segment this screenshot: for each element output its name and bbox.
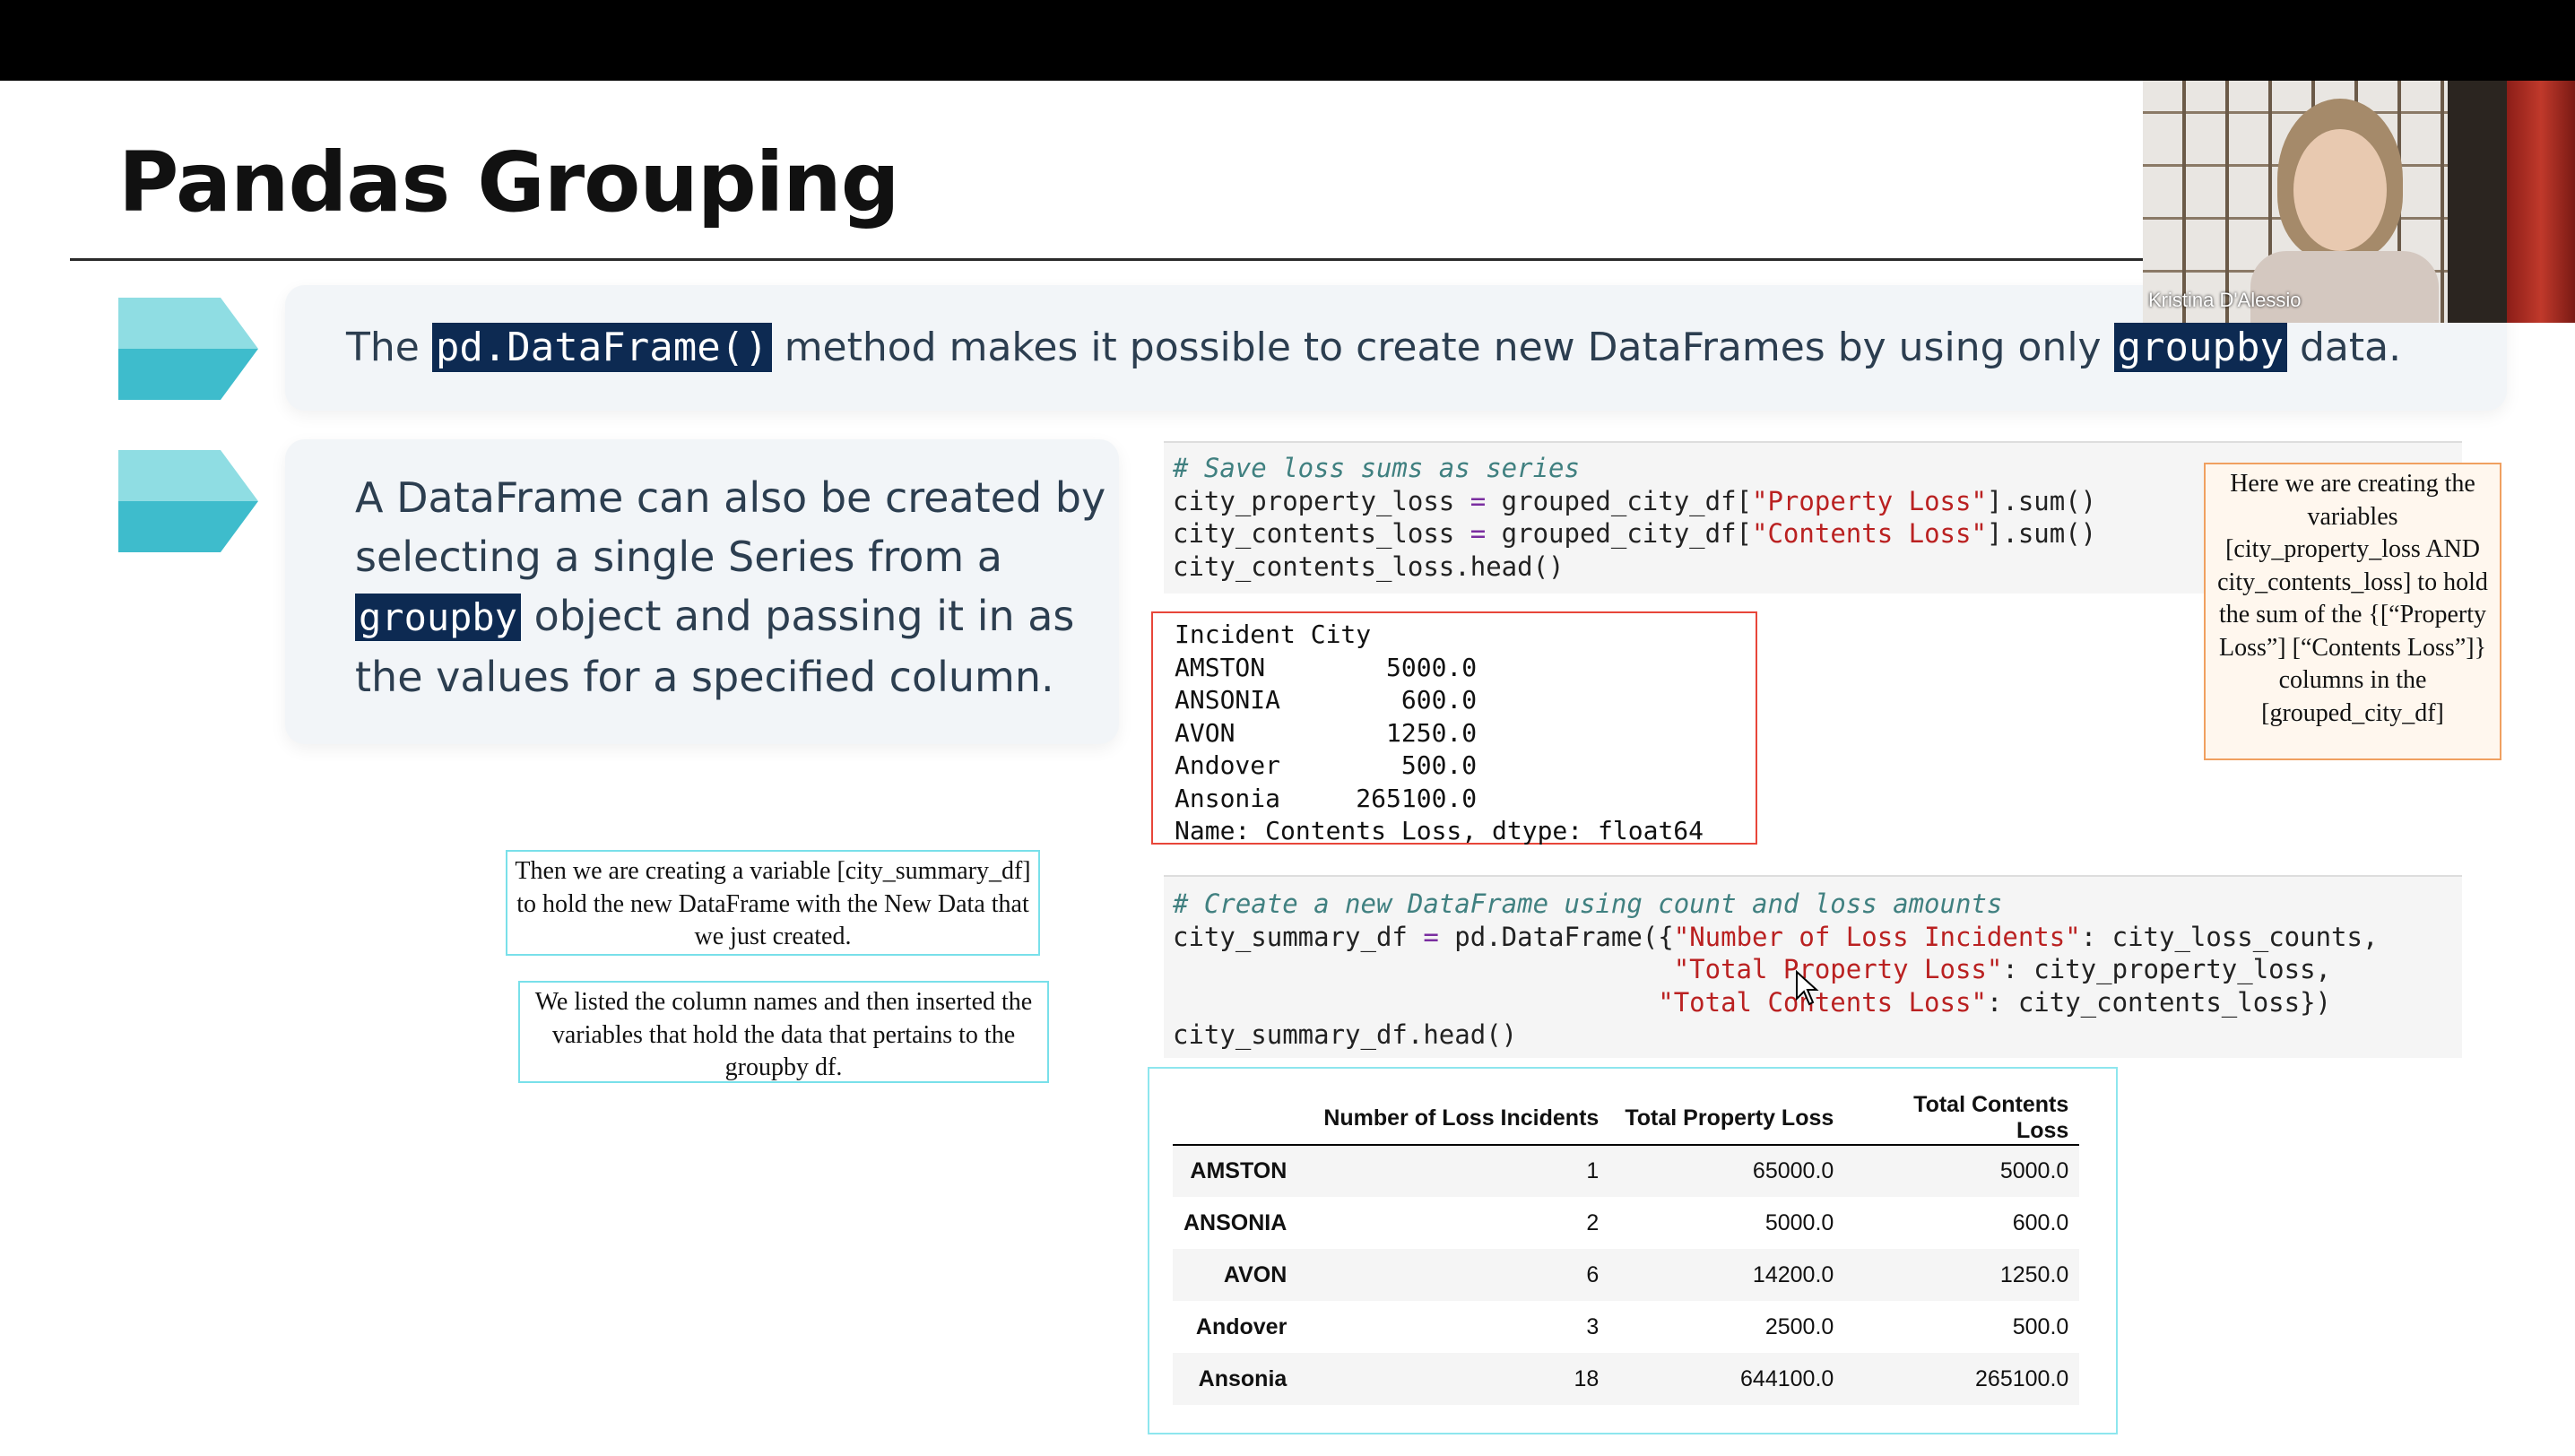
annotation-note-summary: Then we are creating a variable [city_su… (506, 850, 1040, 956)
code-comment: # Create a new DataFrame using count and… (1173, 888, 2003, 919)
code-highlight: groupby (2113, 323, 2287, 372)
annotation-note-columns: We listed the column names and then inse… (518, 981, 1049, 1083)
participant-video-tile[interactable]: Kristina D'Alessio (2143, 81, 2575, 323)
table-cell: 18 (1574, 1365, 1600, 1391)
table-row: Ansonia 18 644100.0 265100.0 (1173, 1353, 2080, 1405)
output-line: ANSONIA 600.0 (1175, 685, 1478, 715)
output-line: AMSTON 5000.0 (1175, 652, 1478, 682)
table-cell: 1250.0 (1999, 1261, 2069, 1287)
table-header-cell: Total Property Loss (1609, 1092, 1845, 1146)
table-cell: 3 (1586, 1313, 1600, 1339)
code-cell-2[interactable]: # Create a new DataFrame using count and… (1164, 875, 2462, 1058)
table-cell: 600.0 (2012, 1209, 2069, 1235)
bullet-1-text: The pd.DataFrame() method makes it possi… (346, 323, 2402, 372)
summary-dataframe-table: Number of Loss Incidents Total Property … (1173, 1092, 2080, 1405)
row-index: AVON (1223, 1261, 1288, 1287)
table-cell: 644100.0 (1740, 1365, 1834, 1391)
table-cell: 2500.0 (1764, 1313, 1834, 1339)
table-cell: 265100.0 (1975, 1365, 2069, 1391)
table-cell: 6 (1586, 1261, 1600, 1287)
slide-title: Pandas Grouping (118, 134, 900, 230)
output-line: AVON 1250.0 (1175, 717, 1478, 748)
bullet-arrow-icon (118, 450, 258, 552)
participant-name-label: Kristina D'Alessio (2148, 289, 2302, 311)
code-line: city_summary_df.head() (1173, 1019, 1518, 1050)
mouse-cursor-icon (1796, 970, 1819, 1006)
table-header-cell: Total Contents Loss (1844, 1092, 2080, 1146)
bullet-2-text: A DataFrame can also be created by selec… (355, 473, 1106, 701)
table-row: Andover 3 2500.0 500.0 (1173, 1301, 2079, 1353)
participant-body (2250, 251, 2439, 323)
table-row: AMSTON 1 65000.0 5000.0 (1173, 1145, 2080, 1197)
row-index: ANSONIA (1183, 1209, 1288, 1235)
table-cell: 65000.0 (1752, 1158, 1834, 1183)
output-line: Incident City (1175, 620, 1372, 649)
table-cell: 5000.0 (1999, 1158, 2069, 1183)
code-line: city_summary_df = pd.DataFrame({"Number … (1173, 921, 2379, 952)
code-highlight: pd.DataFrame() (431, 323, 772, 372)
table-header-row: Number of Loss Incidents Total Property … (1173, 1092, 2080, 1146)
code-highlight: groupby (355, 594, 522, 641)
table-cell: 2 (1586, 1209, 1600, 1235)
top-black-bar (0, 0, 2575, 81)
bullet-arrow-icon (118, 298, 258, 400)
table-row: ANSONIA 2 5000.0 600.0 (1173, 1197, 2079, 1249)
output-line: Andover 500.0 (1175, 750, 1478, 780)
table-header-cell (1173, 1092, 1298, 1146)
output-line: Ansonia 265100.0 (1175, 783, 1478, 813)
row-index: Andover (1195, 1313, 1288, 1339)
output-cell-1: Incident City AMSTON 5000.0 ANSONIA 600.… (1151, 611, 1757, 845)
output-line: Name: Contents Loss, dtype: float64 (1175, 816, 1704, 845)
table-row: AVON 6 14200.0 1250.0 (1173, 1249, 2080, 1301)
video-background-curtain (2507, 81, 2575, 323)
row-index: AMSTON (1190, 1158, 1288, 1183)
table-cell: 500.0 (2012, 1313, 2069, 1339)
title-divider (70, 258, 2150, 261)
table-cell: 1 (1586, 1158, 1600, 1183)
table-cell: 14200.0 (1752, 1261, 1834, 1287)
annotation-note-orange: Here we are creating the variables [city… (2204, 463, 2501, 760)
table-header-cell: Number of Loss Incidents (1297, 1092, 1610, 1146)
table-cell: 5000.0 (1764, 1209, 1834, 1235)
participant-face (2293, 129, 2387, 251)
row-index: Ansonia (1198, 1365, 1288, 1391)
